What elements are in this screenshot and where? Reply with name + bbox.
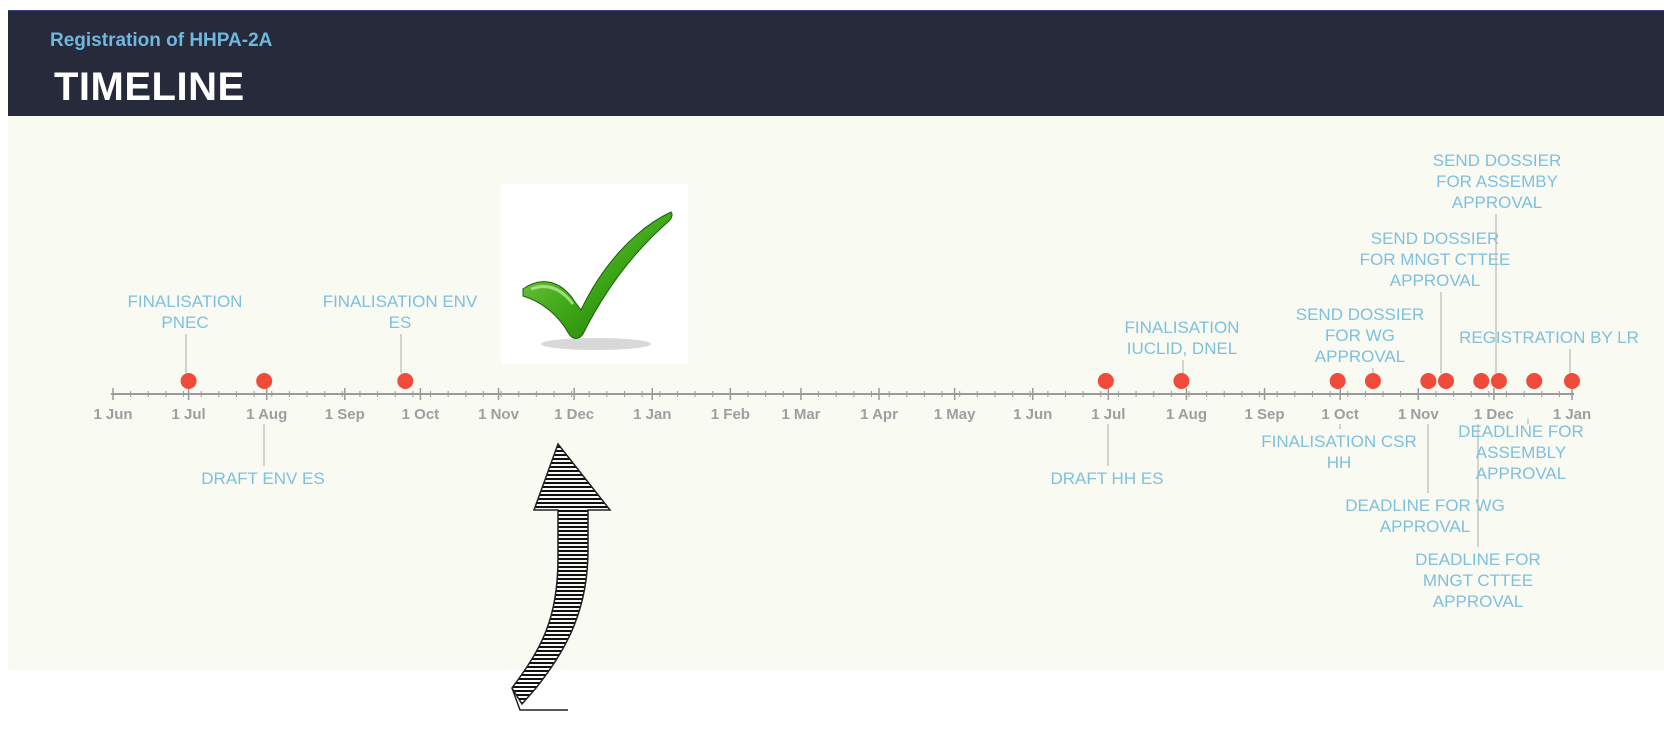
axis-tick-label: 1 Aug bbox=[1166, 406, 1207, 423]
axis-tick-label: 1 Sep bbox=[1245, 406, 1285, 423]
axis-tick-label: 1 Jun bbox=[93, 406, 132, 423]
milestone-dot bbox=[180, 373, 197, 389]
axis-tick-label: 1 Dec bbox=[554, 406, 594, 423]
timeline-chart: 1 Jun 1 Jul 1 Aug 1 Sep 1 Oct 1 Nov 1 Dec 1 Jan… bbox=[93, 151, 1639, 611]
milestone-label: REGISTRATION BY LR bbox=[1459, 328, 1639, 347]
milestone-label: FINALISATION ENV ES bbox=[323, 292, 478, 332]
milestone-dot bbox=[1420, 373, 1437, 389]
milestone-label: SEND DOSSIER FOR WG APPROVAL bbox=[1296, 305, 1424, 366]
axis-tick-label: 1 Sep bbox=[325, 406, 365, 423]
milestone-label: SEND DOSSIER FOR MNGT CTTEE APPROVAL bbox=[1360, 229, 1511, 290]
milestone-dot bbox=[1490, 373, 1507, 389]
axis-tick-label: 1 Jan bbox=[1553, 406, 1591, 423]
milestone-dot bbox=[1173, 373, 1190, 389]
milestone-dot bbox=[1526, 373, 1543, 389]
axis-tick-label: 1 Jan bbox=[633, 406, 671, 423]
milestone-label: FINALISATION CSR HH bbox=[1261, 432, 1417, 472]
milestone-label: SEND DOSSIER FOR ASSEMBY APPROVAL bbox=[1433, 151, 1561, 212]
axis-tick-label: 1 Nov bbox=[478, 406, 520, 423]
milestone-dot bbox=[1473, 373, 1490, 389]
milestone-label: DEADLINE FOR ASSEMBLY APPROVAL bbox=[1458, 422, 1584, 483]
milestone-label: DEADLINE FOR WG APPROVAL bbox=[1345, 496, 1505, 536]
axis-tick-label: 1 Oct bbox=[1321, 406, 1359, 423]
milestone-dot bbox=[1364, 373, 1381, 389]
milestone-dot bbox=[1097, 373, 1114, 389]
milestone-label: DRAFT HH ES bbox=[1050, 469, 1163, 488]
axis-tick-label: 1 Oct bbox=[402, 406, 440, 423]
axis-tick-label: 1 Aug bbox=[246, 406, 287, 423]
milestone-dot bbox=[1329, 373, 1346, 389]
axis-tick-label: 1 May bbox=[934, 406, 976, 423]
axis-tick-label: 1 Jun bbox=[1013, 406, 1052, 423]
milestone-dot bbox=[1438, 373, 1455, 389]
axis-tick-label: 1 Apr bbox=[860, 406, 898, 423]
axis-tick-label: 1 Nov bbox=[1398, 406, 1440, 423]
milestone-dot bbox=[256, 373, 273, 389]
milestone-label: FINALISATION PNEC bbox=[128, 292, 243, 332]
axis-tick-label: 1 Mar bbox=[781, 406, 820, 423]
milestone-dot bbox=[397, 373, 414, 389]
milestone-dot bbox=[1564, 373, 1580, 389]
axis-tick-label: 1 Jul bbox=[1091, 406, 1125, 423]
milestone-label: DRAFT ENV ES bbox=[201, 469, 324, 488]
axis-tick-label: 1 Dec bbox=[1474, 406, 1514, 423]
milestone-label: FINALISATION IUCLID, DNEL bbox=[1125, 318, 1240, 358]
axis-tick-label: 1 Jul bbox=[172, 406, 206, 423]
axis-tick-label: 1 Feb bbox=[711, 406, 750, 423]
milestone-label: DEADLINE FOR MNGT CTTEE APPROVAL bbox=[1415, 550, 1541, 611]
